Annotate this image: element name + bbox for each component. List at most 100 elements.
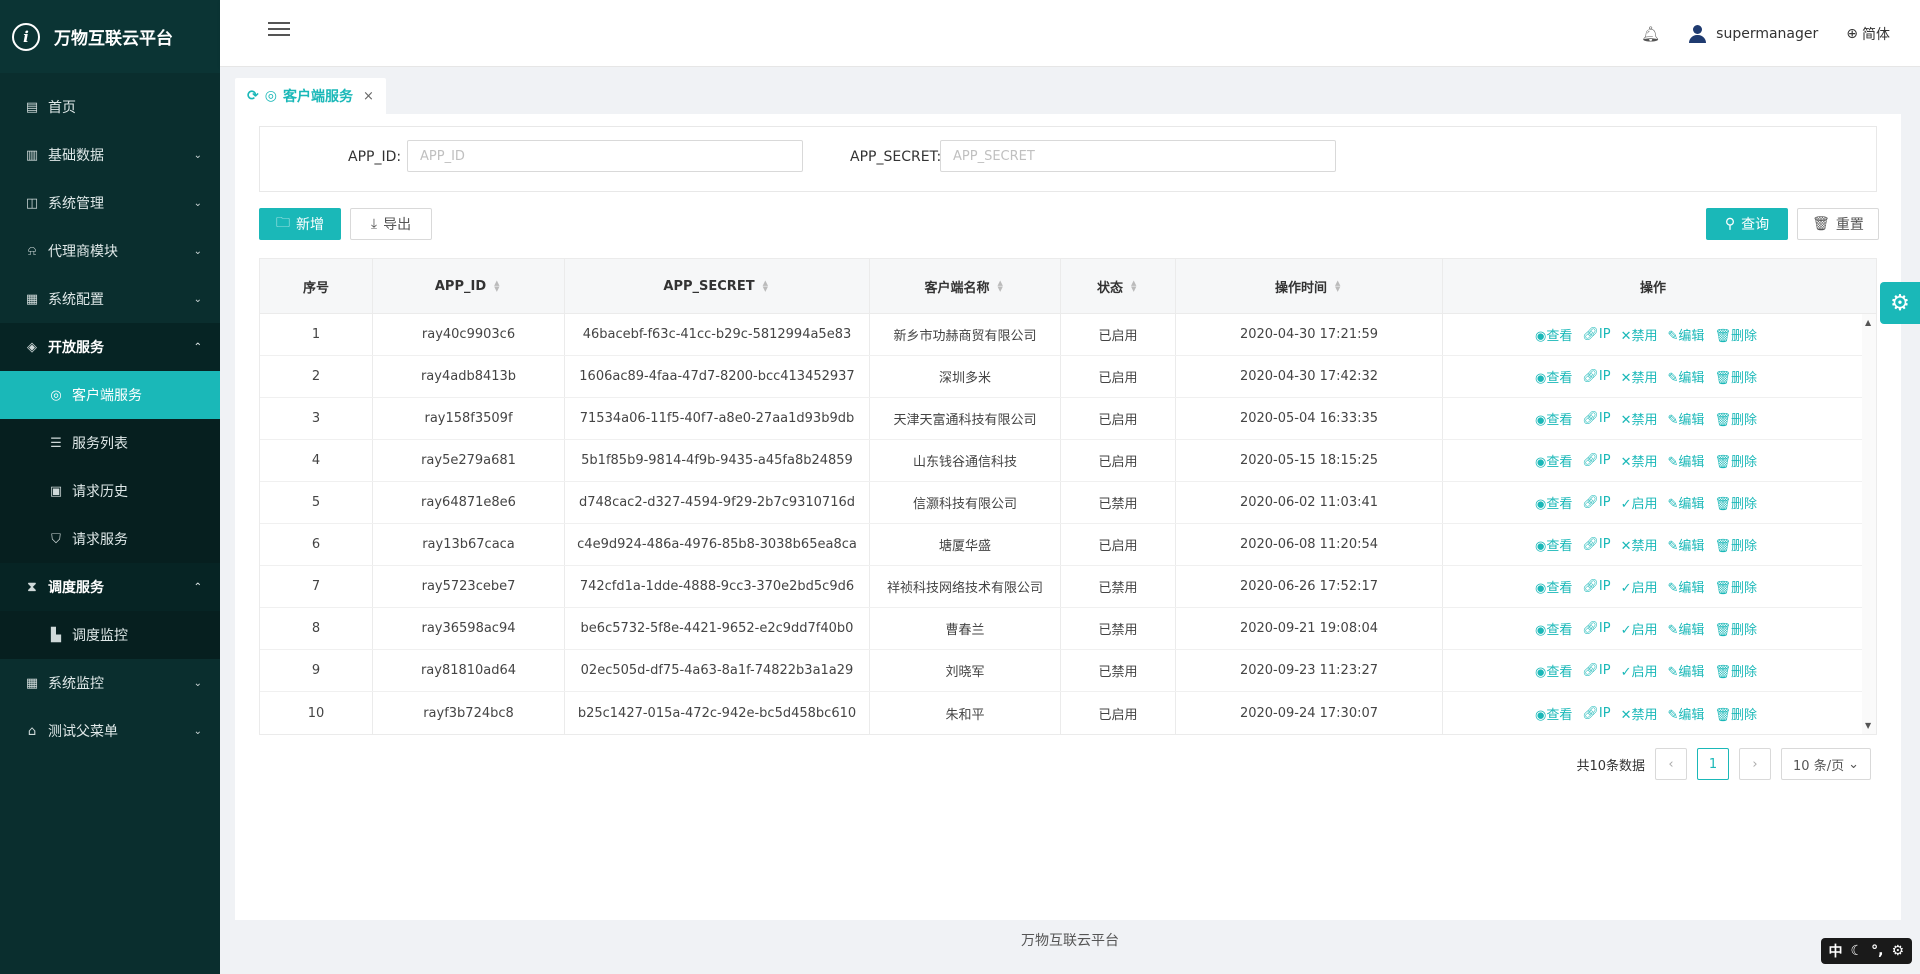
disable-button[interactable]: ✕禁用: [1621, 409, 1658, 428]
delete-button[interactable]: 🗑︎删除: [1714, 619, 1757, 638]
edit-button[interactable]: ✎编辑: [1668, 704, 1705, 723]
disable-button[interactable]: ✕禁用: [1621, 325, 1658, 344]
export-button[interactable]: ⤓ 导出: [350, 208, 432, 240]
ip-button[interactable]: 🔗︎IP: [1582, 706, 1610, 721]
app-logo[interactable]: i 万物互联云平台: [0, 0, 220, 73]
column-header[interactable]: APP_ID ▲ ▼: [373, 259, 565, 313]
edit-button[interactable]: ✎编辑: [1668, 661, 1705, 680]
view-button[interactable]: ◉查看: [1535, 704, 1572, 723]
view-button[interactable]: ◉查看: [1535, 367, 1572, 386]
delete-button[interactable]: 🗑︎删除: [1714, 367, 1757, 386]
ime-toolbar[interactable]: 中 ☾ °, ⚙: [1820, 938, 1912, 964]
edit-button[interactable]: ✎编辑: [1668, 409, 1705, 428]
sort-icon[interactable]: ▲ ▼: [494, 280, 502, 293]
reset-button[interactable]: 🗑︎ 重置: [1797, 208, 1879, 240]
sidebar-item[interactable]: ▥ 基础数据 ⌄: [0, 131, 220, 179]
delete-button[interactable]: 🗑︎删除: [1714, 661, 1757, 680]
sidebar-subitem[interactable]: ▣ 请求历史: [0, 467, 220, 515]
view-button[interactable]: ◉查看: [1535, 661, 1572, 680]
edit-button[interactable]: ✎编辑: [1668, 619, 1705, 638]
ip-button[interactable]: 🔗︎IP: [1582, 621, 1610, 636]
sidebar-item[interactable]: ◫ 系统管理 ⌄: [0, 179, 220, 227]
punctuation-icon[interactable]: °,: [1871, 943, 1883, 959]
sidebar-item[interactable]: ⧗ 调度服务 ⌃: [0, 563, 220, 611]
sidebar-item[interactable]: ▦ 系统配置 ⌄: [0, 275, 220, 323]
app-id-input[interactable]: [407, 140, 803, 172]
tab-client-service[interactable]: ⟳ ◎ 客户端服务 ×: [235, 78, 386, 114]
scroll-down-icon[interactable]: ▼: [1865, 721, 1871, 730]
ip-button[interactable]: 🔗︎IP: [1582, 327, 1610, 342]
sort-icon[interactable]: ▲ ▼: [763, 280, 771, 293]
view-button[interactable]: ◉查看: [1535, 325, 1572, 344]
delete-button[interactable]: 🗑︎删除: [1714, 409, 1757, 428]
edit-button[interactable]: ✎编辑: [1668, 535, 1705, 554]
sidebar-subitem[interactable]: ⛉ 请求服务: [0, 515, 220, 563]
sort-icon[interactable]: ▲ ▼: [1335, 280, 1343, 293]
ip-button[interactable]: 🔗︎IP: [1582, 453, 1610, 468]
edit-button[interactable]: ✎编辑: [1668, 451, 1705, 470]
query-button[interactable]: ⚲ 查询: [1706, 208, 1788, 240]
edit-button[interactable]: ✎编辑: [1668, 493, 1705, 512]
delete-button[interactable]: 🗑︎删除: [1714, 451, 1757, 470]
ime-gear-icon[interactable]: ⚙: [1891, 943, 1904, 959]
page-number-button[interactable]: 1: [1697, 748, 1729, 780]
view-button[interactable]: ◉查看: [1535, 577, 1572, 596]
next-page-button[interactable]: ›: [1739, 748, 1771, 780]
ip-button[interactable]: 🔗︎IP: [1582, 495, 1610, 510]
ip-button[interactable]: 🔗︎IP: [1582, 369, 1610, 384]
moon-icon[interactable]: ☾: [1851, 943, 1864, 959]
view-button[interactable]: ◉查看: [1535, 493, 1572, 512]
column-header[interactable]: 客户端名称 ▲ ▼: [870, 259, 1061, 313]
delete-button[interactable]: 🗑︎删除: [1714, 325, 1757, 344]
edit-button[interactable]: ✎编辑: [1668, 367, 1705, 386]
enable-button[interactable]: ✓启用: [1621, 619, 1658, 638]
view-button[interactable]: ◉查看: [1535, 619, 1572, 638]
sidebar-item[interactable]: ⍾ 代理商模块 ⌄: [0, 227, 220, 275]
column-header[interactable]: 状态 ▲ ▼: [1061, 259, 1176, 313]
view-button[interactable]: ◉查看: [1535, 535, 1572, 554]
column-header[interactable]: APP_SECRET ▲ ▼: [565, 259, 870, 313]
disable-button[interactable]: ✕禁用: [1621, 367, 1658, 386]
refresh-icon[interactable]: ⟳: [247, 88, 259, 104]
edit-button[interactable]: ✎编辑: [1668, 577, 1705, 596]
user-menu[interactable]: supermanager: [1688, 24, 1818, 43]
settings-gear-icon[interactable]: ⚙: [1880, 282, 1920, 324]
bell-icon[interactable]: 🔔︎: [1641, 25, 1660, 43]
ip-button[interactable]: 🔗︎IP: [1582, 537, 1610, 552]
disable-button[interactable]: ✕禁用: [1621, 535, 1658, 554]
sidebar-subitem[interactable]: ◎ 客户端服务: [0, 371, 220, 419]
table-scrollbar[interactable]: ▲ ▼: [1862, 314, 1876, 734]
view-button[interactable]: ◉查看: [1535, 409, 1572, 428]
app-secret-input[interactable]: [940, 140, 1336, 172]
delete-button[interactable]: 🗑︎删除: [1714, 535, 1757, 554]
page-size-select[interactable]: 10 条/页 ⌄: [1781, 748, 1871, 780]
scroll-up-icon[interactable]: ▲: [1865, 318, 1871, 327]
sidebar-subitem[interactable]: ☰ 服务列表: [0, 419, 220, 467]
sidebar-item[interactable]: ⌂ 测试父菜单 ⌄: [0, 707, 220, 755]
sort-icon[interactable]: ▲ ▼: [998, 280, 1006, 293]
language-switch[interactable]: ⊕ 简体: [1846, 24, 1890, 44]
enable-button[interactable]: ✓启用: [1621, 661, 1658, 680]
close-icon[interactable]: ×: [363, 89, 374, 104]
delete-button[interactable]: 🗑︎删除: [1714, 704, 1757, 723]
disable-button[interactable]: ✕禁用: [1621, 704, 1658, 723]
sidebar-item[interactable]: ▤ 首页: [0, 83, 220, 131]
sort-icon[interactable]: ▲ ▼: [1131, 280, 1139, 293]
sidebar-item[interactable]: ▦ 系统监控 ⌄: [0, 659, 220, 707]
column-header[interactable]: 操作时间 ▲ ▼: [1176, 259, 1443, 313]
view-button[interactable]: ◉查看: [1535, 451, 1572, 470]
enable-button[interactable]: ✓启用: [1621, 577, 1658, 596]
menu-collapse-icon[interactable]: [268, 22, 290, 40]
ime-mode[interactable]: 中: [1829, 941, 1843, 961]
ip-button[interactable]: 🔗︎IP: [1582, 411, 1610, 426]
enable-button[interactable]: ✓启用: [1621, 493, 1658, 512]
delete-button[interactable]: 🗑︎删除: [1714, 493, 1757, 512]
disable-button[interactable]: ✕禁用: [1621, 451, 1658, 470]
prev-page-button[interactable]: ‹: [1655, 748, 1687, 780]
add-button[interactable]: 🗀︎ 新增: [259, 208, 341, 240]
ip-button[interactable]: 🔗︎IP: [1582, 579, 1610, 594]
ip-button[interactable]: 🔗︎IP: [1582, 663, 1610, 678]
edit-button[interactable]: ✎编辑: [1668, 325, 1705, 344]
sidebar-subitem[interactable]: ▙ 调度监控: [0, 611, 220, 659]
sidebar-item[interactable]: ◈ 开放服务 ⌃: [0, 323, 220, 371]
